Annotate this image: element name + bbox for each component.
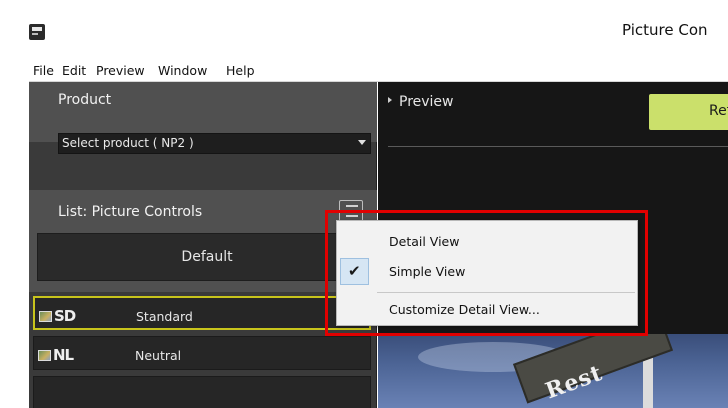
menu-preview[interactable]: Preview <box>96 63 145 78</box>
chevron-down-icon <box>358 140 366 145</box>
reference-button[interactable]: Ref <box>649 94 728 130</box>
picture-control-code: NL <box>38 346 74 364</box>
chevron-right-icon <box>388 97 392 103</box>
picture-control-code: SD <box>39 307 76 325</box>
picture-control-name: Neutral <box>135 348 182 363</box>
menu-window[interactable]: Window <box>158 63 207 78</box>
picture-control-icon <box>38 350 51 361</box>
preview-label: Preview <box>399 94 454 110</box>
menu-file[interactable]: File <box>33 63 54 78</box>
picture-control-row-neutral[interactable]: NL Neutral <box>33 336 371 370</box>
window-title: Picture Con <box>622 21 708 39</box>
picture-control-name: Standard <box>136 309 193 324</box>
product-select-value: Select product ( NP2 ) <box>62 136 194 150</box>
sign-post <box>643 354 653 408</box>
title-bar: Picture Con <box>0 0 728 60</box>
product-label: Product <box>58 92 112 108</box>
picture-control-row-standard[interactable]: SD Standard <box>33 296 371 330</box>
app-icon[interactable] <box>29 24 45 40</box>
product-select[interactable]: Select product ( NP2 ) <box>58 133 371 154</box>
menu-edit[interactable]: Edit <box>62 63 86 78</box>
highlight-annotation <box>325 210 648 336</box>
picture-control-icon <box>39 311 52 322</box>
menu-help[interactable]: Help <box>226 63 255 78</box>
divider <box>388 146 728 147</box>
preview-header[interactable]: Preview <box>388 94 454 110</box>
menu-bar: File Edit Preview Window Help <box>29 60 728 82</box>
preview-image: Rest <box>378 334 728 408</box>
picture-controls-label: List: Picture Controls <box>58 204 203 220</box>
picture-control-row[interactable] <box>33 376 371 408</box>
